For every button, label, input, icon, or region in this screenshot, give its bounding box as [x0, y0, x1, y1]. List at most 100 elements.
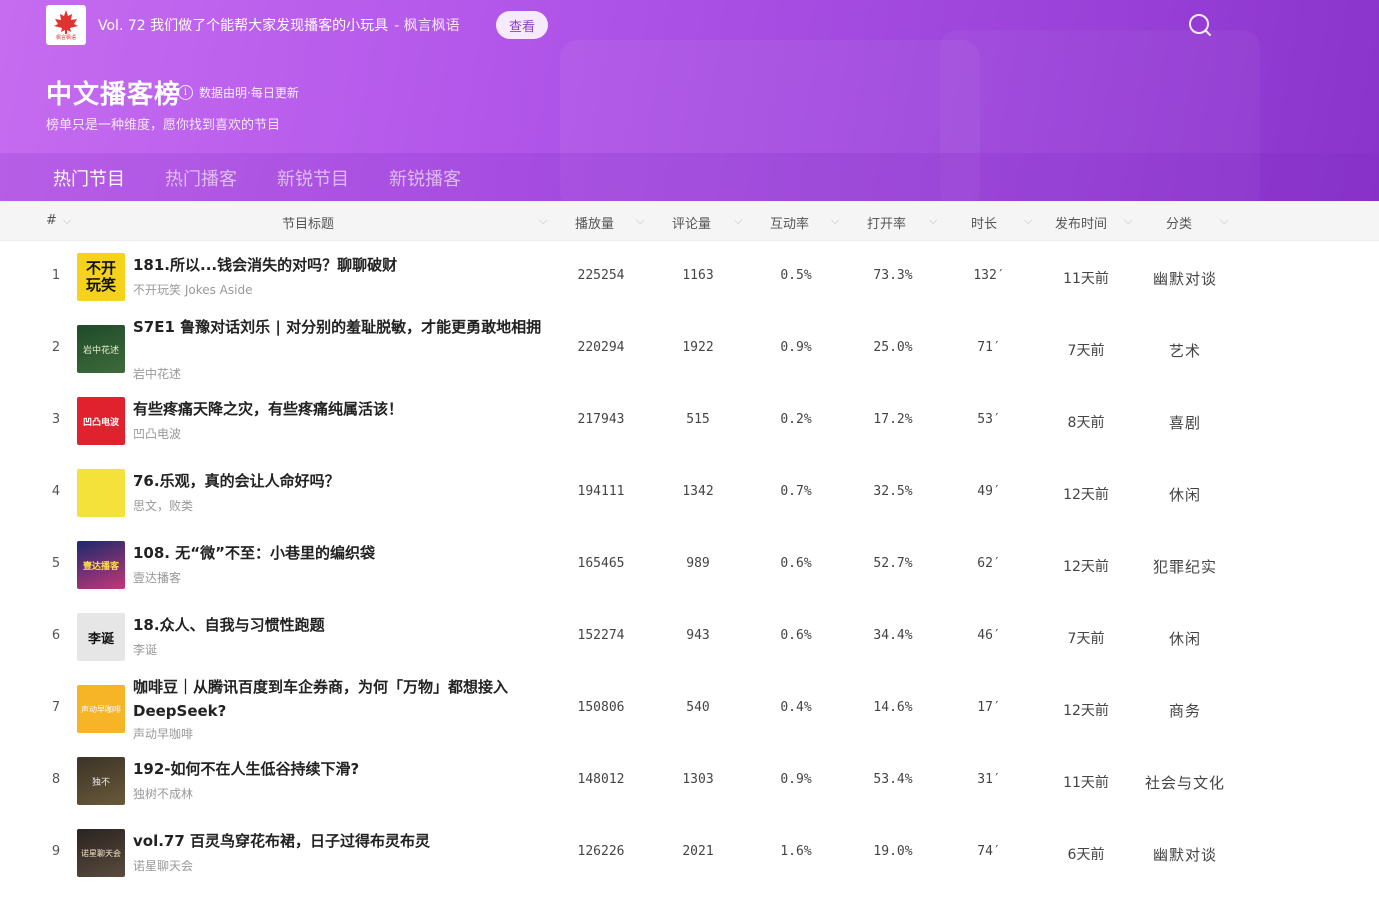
rank-number: 8	[51, 772, 61, 787]
table-row[interactable]: 5 壹达播客 108. 无“微”不至：小巷里的编织袋 壹达播客 165465 989 0.6…	[0, 529, 1379, 601]
category[interactable]: 休闲	[1130, 628, 1240, 649]
column-rank[interactable]: #	[46, 213, 57, 228]
category[interactable]: 社会与文化	[1130, 772, 1240, 793]
cover-text: 李诞	[87, 631, 114, 647]
tab-bar: 热门节目 热门播客 新锐节目 新锐播客	[0, 153, 1379, 201]
column-comments[interactable]: 评论量	[672, 213, 711, 232]
logo-text: 枫言枫语	[55, 35, 76, 41]
tab-new-episodes[interactable]: 新锐节目	[277, 165, 349, 191]
category[interactable]: 幽默对谈	[1130, 268, 1240, 289]
publish-age: 7天前	[1067, 343, 1105, 359]
episode-title[interactable]: 181.所以...钱会消失的对吗？聊聊破财	[133, 253, 548, 277]
play-count: 150806	[577, 700, 625, 715]
open-rate: 14.6%	[873, 700, 913, 715]
category[interactable]: 艺术	[1130, 340, 1240, 361]
sort-chevron-icon[interactable]: ⌵	[63, 214, 71, 228]
column-duration[interactable]: 时长	[971, 213, 997, 232]
episode-title[interactable]: S7E1 鲁豫对话刘乐 | 对分别的羞耻脱敏，才能更勇敢地相拥	[133, 315, 548, 339]
engagement-rate: 0.5%	[780, 268, 812, 283]
table-row[interactable]: 4 76.乐观，真的会让人命好吗？ 思文，败类 194111 1342 0.7% 32.5%…	[0, 457, 1379, 529]
engagement-rate: 0.6%	[780, 556, 812, 571]
sort-chevron-icon[interactable]: ⌵	[1124, 214, 1132, 228]
search-icon[interactable]	[1187, 12, 1213, 38]
tab-hot-episodes[interactable]: 热门节目	[53, 165, 125, 191]
podcast-name[interactable]: 壹达播客	[133, 569, 181, 586]
table-row[interactable]: 2 岩中花述 S7E1 鲁豫对话刘乐 | 对分别的羞耻脱敏，才能更勇敢地相拥 岩中花述…	[0, 313, 1379, 385]
podcast-cover[interactable]: 岩中花述	[77, 325, 125, 373]
open-rate: 17.2%	[873, 412, 913, 427]
maple-leaf-icon	[54, 10, 78, 34]
podcast-cover[interactable]	[77, 469, 125, 517]
play-count: 148012	[577, 772, 625, 787]
podcast-name[interactable]: 凹凸电波	[133, 425, 181, 442]
podcast-name[interactable]: 诺星聊天会	[133, 857, 193, 874]
column-title[interactable]: 节目标题	[282, 213, 334, 232]
episode-title[interactable]: 192-如何不在人生低谷持续下滑?	[133, 757, 548, 781]
category[interactable]: 喜剧	[1130, 412, 1240, 433]
site-logo[interactable]: 枫言枫语	[46, 5, 86, 45]
announcement-link[interactable]: Vol. 72 我们做了个能帮大家发现播客的小玩具 - 枫言枫语	[98, 15, 460, 35]
category[interactable]: 休闲	[1130, 484, 1240, 505]
category[interactable]: 商务	[1130, 700, 1240, 721]
podcast-name[interactable]: 不开玩笑 Jokes Aside	[133, 281, 252, 298]
podcast-cover[interactable]: 不开玩笑	[77, 253, 125, 301]
table-row[interactable]: 3 凹凸电波 有些疼痛天降之灾，有些疼痛纯属活该！ 凹凸电波 217943 515 0.2%…	[0, 385, 1379, 457]
podcast-cover[interactable]: 李诞	[77, 613, 125, 661]
top-bar: 枫言枫语 Vol. 72 我们做了个能帮大家发现播客的小玩具 - 枫言枫语 查看	[0, 0, 1379, 50]
category[interactable]: 幽默对谈	[1130, 844, 1240, 865]
table-row[interactable]: 9 诺星聊天会 vol.77 百灵鸟穿花布裙，日子过得布灵布灵 诺星聊天会 126226…	[0, 817, 1379, 889]
column-category[interactable]: 分类	[1166, 213, 1192, 232]
podcast-cover[interactable]: 壹达播客	[77, 541, 125, 589]
episode-title[interactable]: 18.众人、自我与习惯性跑题	[133, 613, 548, 637]
podcast-cover[interactable]: 声动早咖啡	[77, 685, 125, 733]
column-plays[interactable]: 播放量	[575, 213, 614, 232]
episode-title[interactable]: 有些疼痛天降之灾，有些疼痛纯属活该！	[133, 397, 548, 421]
column-open-rate[interactable]: 打开率	[867, 213, 906, 232]
podcast-name[interactable]: 声动早咖啡	[133, 725, 193, 742]
podcast-cover[interactable]: 诺星聊天会	[77, 829, 125, 877]
sort-chevron-icon[interactable]: ⌵	[1024, 214, 1032, 228]
podcast-name[interactable]: 李诞	[133, 641, 157, 658]
table-row[interactable]: 1 不开玩笑 181.所以...钱会消失的对吗？聊聊破财不开玩笑 Jokes Asi…	[0, 241, 1379, 313]
duration: 53′	[977, 412, 1001, 427]
play-count: 220294	[577, 340, 625, 355]
publish-age: 12天前	[1063, 703, 1109, 719]
episode-title[interactable]: 108. 无“微”不至：小巷里的编织袋	[133, 541, 548, 565]
info-icon[interactable]: i	[178, 85, 193, 100]
sort-chevron-icon[interactable]: ⌵	[636, 214, 644, 228]
episode-title[interactable]: 76.乐观，真的会让人命好吗？	[133, 469, 548, 493]
duration: 49′	[977, 484, 1001, 499]
engagement-rate: 1.6%	[780, 844, 812, 859]
podcast-cover[interactable]: 凹凸电波	[77, 397, 125, 445]
podcast-name[interactable]: 岩中花述	[133, 365, 181, 382]
cover-text: 声动早咖啡	[81, 704, 121, 714]
episode-title[interactable]: vol.77 百灵鸟穿花布裙，日子过得布灵布灵	[133, 829, 548, 853]
sort-chevron-icon[interactable]: ⌵	[1220, 214, 1228, 228]
publish-age: 11天前	[1063, 775, 1109, 791]
sort-chevron-icon[interactable]: ⌵	[929, 214, 937, 228]
comment-count: 1303	[682, 772, 714, 787]
table-row[interactable]: 8 独不 192-如何不在人生低谷持续下滑? 独树不成林 148012 1303 0.9% 5…	[0, 745, 1379, 817]
open-rate: 19.0%	[873, 844, 913, 859]
engagement-rate: 0.2%	[780, 412, 812, 427]
rank-number: 1	[51, 268, 61, 283]
tab-new-podcasts[interactable]: 新锐播客	[389, 165, 461, 191]
episode-title[interactable]: 咖啡豆｜从腾讯百度到车企券商，为何「万物」都想接入DeepSeek?	[133, 675, 548, 723]
sort-chevron-icon[interactable]: ⌵	[539, 214, 547, 228]
sort-chevron-icon[interactable]: ⌵	[831, 214, 839, 228]
view-button[interactable]: 查看	[496, 11, 548, 39]
page-title: 中文播客榜	[46, 80, 182, 110]
table-row[interactable]: 7 声动早咖啡 咖啡豆｜从腾讯百度到车企券商，为何「万物」都想接入DeepSeek?…	[0, 673, 1379, 745]
comment-count: 515	[686, 412, 710, 427]
tab-hot-podcasts[interactable]: 热门播客	[165, 165, 237, 191]
column-engagement[interactable]: 互动率	[770, 213, 809, 232]
column-published[interactable]: 发布时间	[1055, 213, 1107, 232]
table-row[interactable]: 6 李诞 18.众人、自我与习惯性跑题 李诞 152274 943 0.6% 34.4% 46′…	[0, 601, 1379, 673]
cover-text: 岩中花述	[82, 345, 119, 356]
podcast-name[interactable]: 独树不成林	[133, 785, 193, 802]
podcast-name[interactable]: 思文，败类	[133, 497, 193, 514]
category[interactable]: 犯罪纪实	[1130, 556, 1240, 577]
podcast-cover[interactable]: 独不	[77, 757, 125, 805]
engagement-rate: 0.9%	[780, 340, 812, 355]
sort-chevron-icon[interactable]: ⌵	[734, 214, 742, 228]
